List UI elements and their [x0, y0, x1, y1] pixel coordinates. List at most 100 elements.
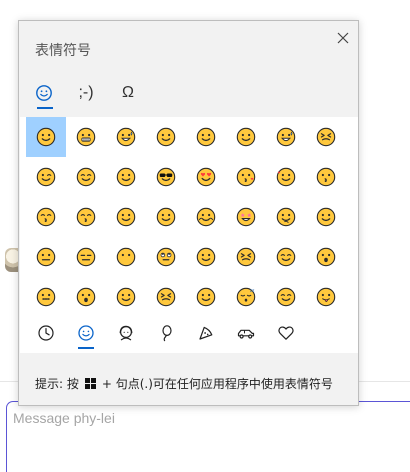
heart-icon [278, 326, 294, 340]
tab-emoji[interactable] [27, 77, 61, 109]
emoji-cell[interactable] [306, 157, 346, 197]
grimacing-face-icon [76, 127, 96, 147]
tired-face-icon [156, 287, 176, 307]
emoji-cell[interactable] [306, 117, 346, 157]
emoji-cell[interactable] [266, 157, 306, 197]
subcategory-recent[interactable] [26, 317, 66, 349]
emoji-cell[interactable] [106, 277, 146, 317]
emoji-cell[interactable] [66, 117, 106, 157]
emoji-cell[interactable] [186, 117, 226, 157]
emoji-cell[interactable] [106, 117, 146, 157]
emoji-cell[interactable] [66, 157, 106, 197]
windows-key-icon [84, 378, 96, 389]
smiley-face-icon [36, 85, 52, 101]
emoji-cell[interactable] [106, 157, 146, 197]
face-with-rolling-eyes-icon [156, 247, 176, 267]
emoji-cell[interactable] [226, 117, 266, 157]
neutral-face-icon [36, 247, 56, 267]
emoji-cell[interactable] [26, 157, 66, 197]
emoji-cell[interactable] [66, 237, 106, 277]
sad-but-relieved-face-icon [276, 247, 296, 267]
smiling-face-icon [116, 207, 136, 227]
subcategory-symbols[interactable] [266, 317, 306, 349]
emoji-cell[interactable] [226, 237, 266, 277]
emoji-cell[interactable] [26, 277, 66, 317]
face-with-open-mouth-icon [316, 247, 336, 267]
emoji-cell[interactable] [66, 197, 106, 237]
emoji-cell[interactable] [146, 277, 186, 317]
emoji-subcategory-tabs [26, 317, 346, 351]
tab-kaomoji-label: ;-) [78, 84, 94, 101]
tab-kaomoji[interactable]: ;-) [69, 77, 103, 109]
smiling-face-with-hearts-icon [276, 167, 296, 187]
emoji-cell[interactable] [266, 277, 306, 317]
emoji-cell[interactable] [106, 237, 146, 277]
emoji-cell[interactable] [186, 197, 226, 237]
winking-face-icon [36, 167, 56, 187]
grinning-face-icon [196, 127, 216, 147]
message-input[interactable] [13, 406, 398, 430]
grinning-face-with-sweat-icon [276, 127, 296, 147]
smirking-face-icon [196, 247, 216, 267]
emoji-cell[interactable]: zz [226, 277, 266, 317]
close-button[interactable] [334, 29, 352, 47]
emoji-cell[interactable] [106, 197, 146, 237]
svg-text:zz: zz [250, 288, 255, 293]
emoji-cell[interactable] [186, 237, 226, 277]
subcategory-smileys[interactable] [66, 317, 106, 349]
emoji-cell[interactable] [146, 197, 186, 237]
hushed-face-icon [76, 287, 96, 307]
subcategory-travel[interactable] [226, 317, 266, 349]
panel-title: 表情符号 [35, 43, 91, 59]
emoji-cell[interactable] [66, 277, 106, 317]
face-without-mouth-icon [116, 247, 136, 267]
tab-symbols[interactable]: Ω [111, 77, 145, 109]
grinning-squinting-face-icon [316, 127, 336, 147]
emoji-cell[interactable] [26, 197, 66, 237]
smiley-icon [78, 325, 94, 341]
emoji-cell[interactable] [26, 237, 66, 277]
emoji-cell[interactable] [266, 237, 306, 277]
relieved-face-icon [276, 287, 296, 307]
emoji-cell[interactable] [306, 237, 346, 277]
emoji-cell[interactable] [226, 157, 266, 197]
emoji-picker-panel: 表情符号 ;-) Ω zz 提示: 按 + 句点(.)可在任何应用程序中使用表情… [18, 20, 359, 406]
face-with-tongue-icon [316, 287, 336, 307]
subcategory-people[interactable] [106, 317, 146, 349]
clock-icon [38, 325, 54, 341]
expressionless-face-icon [76, 247, 96, 267]
face-with-raised-eyebrow-icon [316, 207, 336, 227]
tip-prefix: 提示: 按 [35, 377, 79, 391]
close-icon [337, 32, 349, 44]
emoji-cell[interactable] [146, 237, 186, 277]
sleeping-face-icon: zz [236, 287, 256, 307]
emoji-cell[interactable] [266, 197, 306, 237]
pizza-icon [199, 326, 213, 340]
emoji-cell[interactable] [146, 117, 186, 157]
kissing-face-with-closed-eyes-icon [76, 207, 96, 227]
face-with-tears-of-joy-icon [116, 127, 136, 147]
face-with-hand-over-mouth-icon [196, 287, 216, 307]
thinking-face-icon [276, 207, 296, 227]
emoji-grid: zz [26, 117, 344, 317]
emoji-cell[interactable] [306, 277, 346, 317]
emoji-cell[interactable] [186, 277, 226, 317]
subcategory-celebration[interactable] [146, 317, 186, 349]
emoji-cell[interactable] [146, 157, 186, 197]
tip-text: 提示: 按 + 句点(.)可在任何应用程序中使用表情符号 [35, 375, 333, 392]
emoji-cell[interactable] [186, 157, 226, 197]
emoji-cell[interactable] [26, 117, 66, 157]
smiling-face-with-heart-eyes-icon [196, 167, 216, 187]
emoji-cell[interactable] [266, 117, 306, 157]
grinning-face-icon [36, 127, 56, 147]
smiling-face-with-sunglasses-icon [156, 167, 176, 187]
emoji-cell[interactable] [226, 197, 266, 237]
rolling-on-floor-laughing-icon [156, 127, 176, 147]
balloon-icon [162, 325, 172, 342]
emoji-cell[interactable] [306, 197, 346, 237]
hugging-face-icon [196, 207, 216, 227]
face-blowing-a-kiss-icon [236, 167, 256, 187]
tab-symbols-label: Ω [122, 84, 134, 101]
sleepy-face-icon [116, 287, 136, 307]
subcategory-food[interactable] [186, 317, 226, 349]
